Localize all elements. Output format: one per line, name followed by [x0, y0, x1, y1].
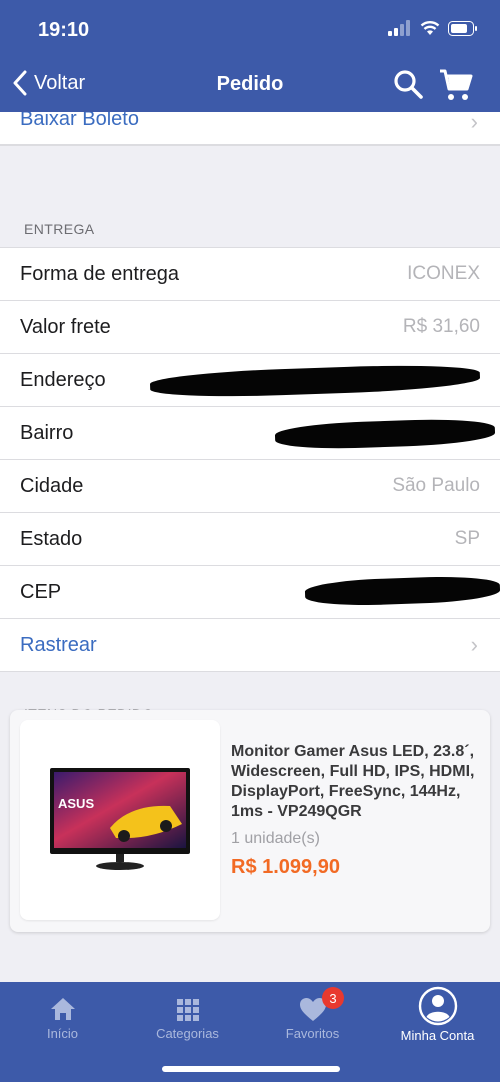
item-price: R$ 1.099,90 [231, 856, 340, 878]
section-entrega: ENTREGA [0, 145, 500, 247]
tab-label: Minha Conta [400, 1028, 475, 1043]
tab-home[interactable]: Início [0, 982, 125, 1052]
monitor-brand-text: ASUS [58, 796, 94, 811]
row-label: CEP [20, 580, 62, 603]
delivery-list: Forma de entrega ICONEX Valor frete R$ 3… [0, 247, 500, 672]
search-icon[interactable] [392, 68, 424, 100]
wifi-icon [420, 21, 440, 35]
product-image: ASUS [20, 720, 220, 920]
delivery-row-address: Endereço [0, 354, 500, 407]
favorites-badge: 3 [322, 987, 344, 1009]
track-order-link: Rastrear [20, 633, 97, 656]
download-boleto-row[interactable]: Baixar Boleto › [0, 112, 500, 145]
app-header: 19:10 Voltar Pedido [0, 0, 500, 112]
tab-label: Categorias [156, 1026, 219, 1041]
row-label: Estado [20, 527, 83, 550]
chevron-right-icon: › [470, 632, 478, 657]
battery-icon [448, 20, 477, 36]
cart-icon[interactable] [438, 68, 474, 102]
row-label: Endereço [20, 368, 106, 391]
order-item-card[interactable]: ASUS Monitor Gamer Asus LED, 23.8´, Wide… [10, 710, 490, 932]
status-bar: 19:10 [0, 0, 500, 58]
delivery-row-method: Forma de entrega ICONEX [0, 248, 500, 301]
delivery-row-shipping: Valor frete R$ 31,60 [0, 301, 500, 354]
row-value: São Paulo [392, 475, 480, 496]
row-value: R$ 31,60 [402, 316, 480, 337]
row-label: Bairro [20, 421, 74, 444]
tab-categories[interactable]: Categorias [125, 982, 250, 1052]
delivery-row-district: Bairro [0, 407, 500, 460]
track-order-row[interactable]: Rastrear › [0, 619, 500, 672]
redaction-mark [149, 362, 481, 400]
redaction-mark [274, 417, 496, 451]
item-quantity: 1 unidade(s) [231, 830, 320, 847]
home-indicator [162, 1066, 340, 1072]
item-name: Monitor Gamer Asus LED, 23.8´, Widescree… [231, 743, 475, 820]
download-boleto-link: Baixar Boleto [20, 112, 139, 130]
delivery-row-cep: CEP [0, 566, 500, 619]
row-value: ICONEX [407, 263, 480, 284]
row-label: Cidade [20, 474, 84, 497]
status-time: 19:10 [38, 19, 90, 41]
row-value: SP [454, 528, 480, 549]
tab-favorites[interactable]: 3 Favoritos [250, 982, 375, 1052]
tab-label: Início [46, 1026, 79, 1041]
signal-icon [388, 20, 410, 36]
tab-my-account[interactable]: Minha Conta [375, 982, 500, 1052]
row-label: Forma de entrega [20, 262, 179, 285]
item-info: Monitor Gamer Asus LED, 23.8´, Widescree… [231, 742, 483, 879]
grid-icon [176, 999, 199, 1021]
page-title: Pedido [216, 73, 284, 95]
delivery-row-state: Estado SP [0, 513, 500, 566]
row-label: Valor frete [20, 315, 111, 338]
nav-bar: Voltar Pedido [0, 58, 500, 112]
status-icons [388, 20, 478, 36]
user-icon [418, 986, 457, 1026]
redaction-mark [304, 574, 500, 608]
order-scroll[interactable]: Baixar Boleto › ENTREGA Forma de entrega… [0, 112, 500, 982]
tab-label: Favoritos [285, 1026, 340, 1041]
chevron-right-icon: › [470, 112, 478, 134]
monitor-image: ASUS [50, 768, 190, 870]
home-icon [50, 998, 75, 1020]
delivery-row-city: Cidade São Paulo [0, 460, 500, 513]
